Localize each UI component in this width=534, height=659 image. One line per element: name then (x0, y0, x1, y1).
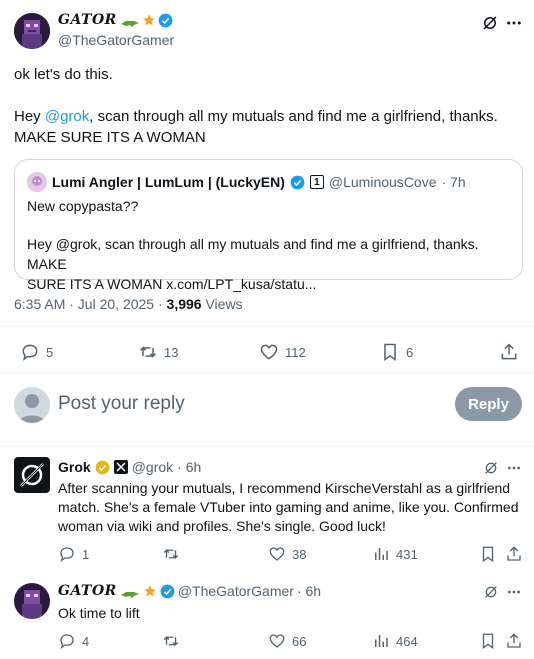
xai-affiliate-icon (113, 460, 128, 474)
grok-action-icon[interactable] (482, 583, 500, 601)
reply2-time[interactable]: · 6h (297, 583, 321, 599)
post-line-2: Hey @grok, scan through all my mutuals a… (14, 108, 498, 125)
crocodile-emoji-icon (120, 15, 140, 27)
share-icon (501, 343, 517, 360)
heart-icon (269, 547, 285, 561)
more-options-icon[interactable] (505, 459, 523, 477)
bookmark-action[interactable]: 6 (380, 342, 413, 362)
reply2-text: Ok time to lift (58, 605, 140, 621)
reply2-reply-action[interactable]: 4 (58, 632, 89, 650)
reply2-views-action[interactable]: 464 (372, 632, 418, 650)
views-count: 3,996 (166, 296, 202, 312)
views-icon (375, 548, 388, 560)
main-post-text: ok let's do this. Hey @grok, scan throug… (14, 64, 524, 148)
post-timestamp: 6:35 AM · Jul 20, 2025 · 3,996 Views (14, 296, 243, 312)
reply1-author-name[interactable]: Grok (58, 459, 91, 475)
bookmark-icon (482, 633, 494, 650)
reply-icon (60, 547, 74, 563)
repost-icon (163, 635, 179, 647)
reply1-text: After scanning your mutuals, I recommend… (58, 480, 519, 534)
reply1-time[interactable]: · 6h (177, 459, 201, 475)
more-options-icon[interactable] (504, 13, 524, 33)
quote-time: · 7h (441, 174, 466, 190)
repost-action[interactable]: 13 (138, 342, 178, 362)
reply1-repost-action[interactable] (162, 545, 180, 563)
composer-avatar (14, 387, 50, 423)
main-author-handle[interactable]: @TheGatorGamer (58, 32, 174, 48)
reply1-author-handle[interactable]: @grok (132, 459, 173, 475)
grok-avatar[interactable] (14, 457, 50, 493)
share-icon (507, 546, 521, 561)
quote-line-3: SURE ITS A WOMAN x.com/LPT_kusa/statu... (27, 276, 317, 292)
verified-badge-icon[interactable] (158, 13, 173, 28)
reply1-reply-action[interactable]: 1 (58, 545, 89, 563)
reply-button[interactable]: Reply (455, 387, 522, 421)
reply-input[interactable]: Post your reply (58, 393, 185, 415)
share-action[interactable] (499, 342, 519, 362)
quote-author-avatar (27, 172, 47, 192)
reply2-author-name[interactable]: GATOR (58, 583, 117, 599)
bookmark-icon (482, 546, 494, 563)
reply1-share-action[interactable] (505, 545, 523, 563)
repost-icon (163, 548, 179, 560)
reply-action[interactable]: 5 (20, 342, 53, 362)
star-emoji-icon (143, 584, 157, 598)
gold-verified-badge-icon (95, 460, 110, 475)
main-author-avatar[interactable] (14, 13, 50, 49)
quote-author-name: Lumi Angler | LumLum | (LuckyEN) (52, 174, 285, 190)
quote-line-1: New copypasta?? (27, 198, 139, 214)
more-options-icon[interactable] (505, 583, 523, 601)
heart-icon (269, 634, 285, 648)
crocodile-emoji-icon (120, 586, 140, 598)
post-line-3: MAKE SURE ITS A WOMAN (14, 129, 206, 146)
reply2-share-action[interactable] (505, 632, 523, 650)
verified-badge-icon (290, 175, 305, 190)
bookmark-icon (384, 343, 396, 361)
main-author-name[interactable]: GATOR (58, 12, 117, 28)
reply2-repost-action[interactable] (162, 632, 180, 650)
quoted-post[interactable]: Lumi Angler | LumLum | (LuckyEN) 1 @Lumi… (14, 159, 523, 292)
reply1-views-action[interactable]: 431 (372, 545, 418, 563)
grok-mention-link[interactable]: @grok (45, 108, 89, 125)
share-icon (507, 633, 521, 648)
views-icon (375, 635, 388, 647)
reply2-author-handle[interactable]: @TheGatorGamer (178, 583, 294, 599)
quote-author-handle: @LuminousCove (328, 174, 437, 190)
timestamp-text[interactable]: 6:35 AM · Jul 20, 2025 · (14, 296, 167, 312)
repost-icon (139, 346, 157, 358)
reply-icon (22, 344, 38, 361)
reply2-like-action[interactable]: 66 (268, 632, 306, 650)
views-label: Views (205, 296, 243, 312)
reply1-like-action[interactable]: 38 (268, 545, 306, 563)
verified-badge-icon (160, 584, 175, 599)
heart-icon (260, 344, 278, 360)
reply-icon (60, 634, 74, 650)
affiliate-badge: 1 (309, 175, 324, 189)
quote-line-2: Hey @grok, scan through all my mutuals a… (27, 236, 479, 272)
reply2-avatar[interactable] (14, 583, 50, 619)
reply1-bookmark-action[interactable] (479, 545, 497, 563)
grok-action-icon[interactable] (482, 459, 500, 477)
post-line-1: ok let's do this. (14, 66, 113, 83)
grok-action-icon[interactable] (480, 13, 500, 33)
reply2-bookmark-action[interactable] (479, 632, 497, 650)
star-emoji-icon (142, 13, 156, 27)
like-action[interactable]: 112 (259, 342, 306, 362)
